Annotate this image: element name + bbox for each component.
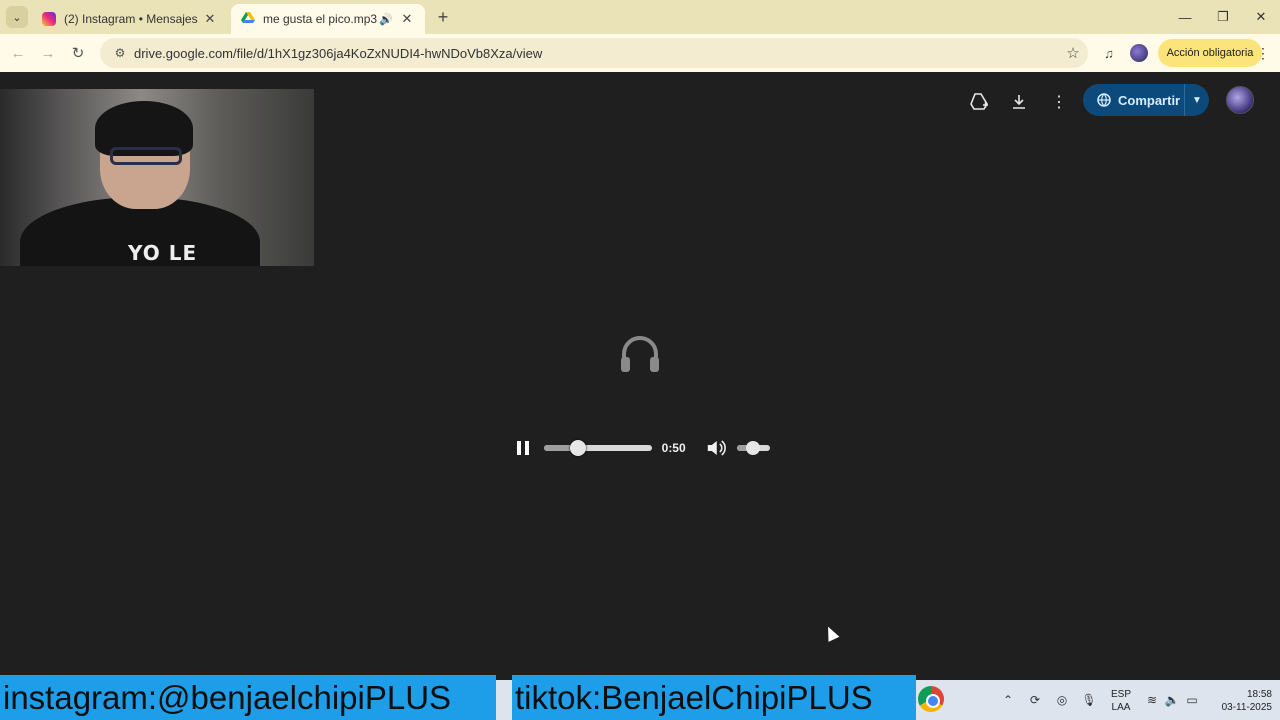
system-clock[interactable]: 18:58 03-11-2025 <box>1206 688 1272 714</box>
browser-menu-icon[interactable]: ⋮ <box>1256 42 1270 64</box>
seek-thumb[interactable] <box>570 440 587 456</box>
clock-date: 03-11-2025 <box>1221 702 1272 713</box>
tab-title: (2) Instagram • Mensajes <box>64 12 198 26</box>
bookmark-star-icon[interactable]: ☆ <box>1058 44 1088 62</box>
address-bar[interactable]: ⚙ drive.google.com/file/d/1hX1gz306ja4Ko… <box>100 38 1088 68</box>
language-indicator[interactable]: ESP LAA <box>1106 688 1136 714</box>
close-tab-icon[interactable]: ✕ <box>202 11 218 27</box>
webcam-glasses <box>110 147 182 165</box>
reload-button[interactable]: ↻ <box>66 41 90 65</box>
audio-player: 0:50 <box>508 434 770 462</box>
seek-bar[interactable] <box>543 440 652 456</box>
browser-toolbar: ← → ↻ ⚙ drive.google.com/file/d/1hX1gz30… <box>0 34 1280 72</box>
clock-time: 18:58 <box>1246 689 1272 700</box>
media-controls-icon[interactable]: ♫ <box>1098 42 1120 64</box>
tab-search-button[interactable]: ⌄ <box>6 6 28 28</box>
add-shortcut-drive-icon[interactable] <box>966 89 992 115</box>
pause-button[interactable] <box>510 435 536 461</box>
sync-icon[interactable]: ⟳ <box>1025 690 1045 710</box>
shield-icon[interactable]: ◎ <box>1052 690 1072 710</box>
volume-slider[interactable] <box>736 441 770 455</box>
google-drive-icon <box>241 12 255 26</box>
instagram-icon <box>42 12 56 26</box>
tab-title: me gusta el pico.mp3 - Goo <box>263 12 379 26</box>
forward-button[interactable]: → <box>36 41 60 65</box>
share-dropdown-icon[interactable]: ▼ <box>1185 95 1209 106</box>
globe-icon <box>1097 93 1111 107</box>
microphone-icon[interactable]: 🎙 <box>1079 690 1099 710</box>
speaker-icon[interactable]: 🔈 <box>1162 690 1182 710</box>
drive-audio-viewer: YO LE ⋮ Compartir ▼ 0:50 <box>0 72 1280 680</box>
chrome-taskbar-icon[interactable] <box>918 686 944 712</box>
volume-icon[interactable] <box>703 437 729 459</box>
instagram-handle-overlay: instagram:@benjaelchipiPLUS <box>0 675 496 720</box>
battery-icon[interactable]: ▭ <box>1182 690 1202 710</box>
back-button[interactable]: ← <box>6 41 30 65</box>
action-required-button[interactable]: Acción obligatoria <box>1158 39 1262 67</box>
volume-thumb[interactable] <box>746 441 761 455</box>
chevron-up-icon[interactable]: ⌃ <box>998 690 1018 710</box>
tab-drive[interactable]: me gusta el pico.mp3 - Goo 🔊 ✕ <box>231 4 425 34</box>
tiktok-handle-overlay: tiktok:BenjaelChipiPLUS <box>512 675 916 720</box>
webcam-shirt-text: YO LE <box>128 241 198 265</box>
minimize-button[interactable]: — <box>1166 0 1204 34</box>
close-tab-icon[interactable]: ✕ <box>399 11 415 27</box>
tab-strip: ⌄ (2) Instagram • Mensajes ✕ me gusta el… <box>0 0 1280 34</box>
headphones-icon <box>621 336 659 372</box>
tab-instagram[interactable]: (2) Instagram • Mensajes ✕ <box>32 4 228 34</box>
url-text[interactable]: drive.google.com/file/d/1hX1gz306ja4KoZx… <box>134 46 1058 61</box>
new-tab-button[interactable]: + <box>432 6 454 28</box>
language-code: ESP <box>1110 689 1131 700</box>
close-window-button[interactable]: ✕ <box>1242 0 1280 34</box>
download-icon[interactable] <box>1006 89 1032 115</box>
restore-button[interactable]: ❐ <box>1204 0 1242 34</box>
keyboard-layout: LAA <box>1111 702 1131 713</box>
share-button[interactable]: Compartir ▼ <box>1083 84 1209 116</box>
mouse-cursor <box>822 624 840 642</box>
user-avatar[interactable] <box>1226 86 1254 114</box>
more-options-icon[interactable]: ⋮ <box>1046 89 1072 115</box>
wifi-icon[interactable]: ≋ <box>1142 690 1162 710</box>
site-info-icon[interactable]: ⚙ <box>106 46 134 60</box>
profile-avatar[interactable] <box>1130 44 1148 62</box>
elapsed-time: 0:50 <box>661 441 686 455</box>
audio-playing-icon[interactable]: 🔊 <box>379 13 393 26</box>
webcam-overlay: YO LE <box>0 89 314 266</box>
share-label: Compartir <box>1118 92 1181 108</box>
